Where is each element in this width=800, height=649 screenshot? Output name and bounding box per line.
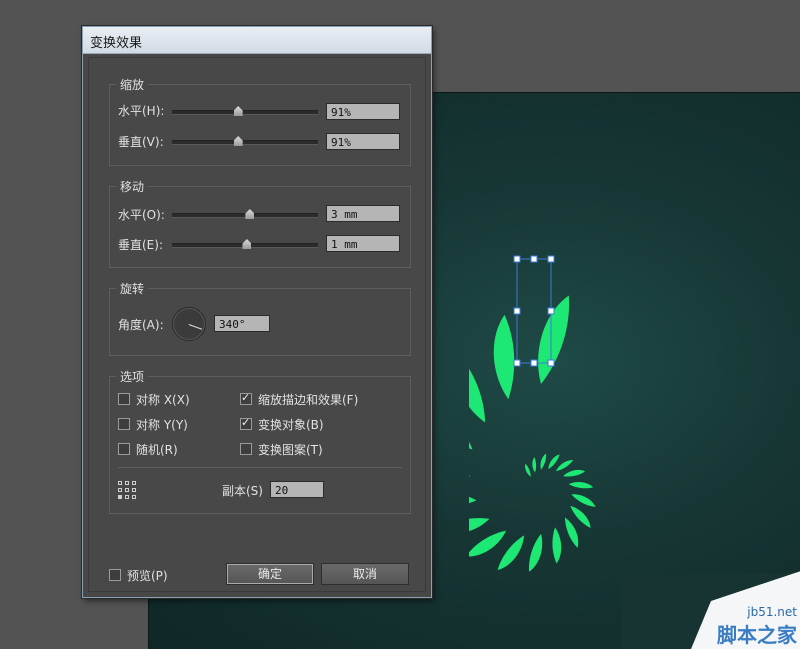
dialog-body: 缩放 水平(H): 91% 垂直(V): 91% 移动 水平(O): 3 mm … — [88, 57, 426, 592]
dialog-title: 变换效果 — [90, 36, 143, 51]
random-checkbox[interactable] — [118, 443, 130, 455]
petal-copy — [564, 517, 579, 548]
scale-group: 缩放 水平(H): 91% 垂直(V): 91% — [109, 76, 411, 166]
move-horizontal-label: 水平(O): — [118, 208, 165, 222]
petal-copy — [540, 453, 547, 470]
scale-horizontal-input[interactable]: 91% — [326, 103, 400, 120]
rotate-group: 旋转 角度(A): 340° — [109, 280, 411, 356]
scale-strokes-checkbox[interactable] — [240, 391, 252, 405]
random-label: 随机(R) — [136, 443, 178, 457]
petal-copy — [469, 351, 486, 423]
options-group-title: 选项 — [116, 368, 149, 385]
watermark: jb51.net 脚本之家 — [651, 571, 800, 649]
copies-input[interactable]: 20 — [270, 481, 324, 498]
preview-label: 预览(P) — [127, 569, 168, 583]
move-vertical-label: 垂直(E): — [118, 238, 163, 252]
move-horizontal-input[interactable]: 3 mm — [326, 205, 400, 222]
options-separator — [118, 467, 402, 468]
cancel-button[interactable]: 取消 — [321, 563, 409, 585]
watermark-site: jb51.net — [747, 605, 797, 619]
move-vertical-slider[interactable] — [172, 239, 318, 249]
petal-copy — [552, 527, 562, 564]
scale-horizontal-slider[interactable] — [172, 106, 318, 116]
scale-horizontal-label: 水平(H): — [118, 104, 165, 118]
move-horizontal-slider[interactable] — [172, 209, 318, 219]
spiral-artwork[interactable] — [469, 253, 789, 593]
rotate-angle-input[interactable]: 340° — [214, 315, 270, 332]
scale-group-title: 缩放 — [116, 76, 149, 93]
petal-copy — [555, 460, 574, 472]
move-horizontal-thumb[interactable] — [245, 209, 255, 219]
reflect-x-checkbox[interactable] — [118, 393, 130, 405]
scale-vertical-input[interactable]: 91% — [326, 133, 400, 150]
petal-copy — [563, 469, 586, 477]
petal-copy — [532, 457, 537, 473]
transform-patterns-label: 变换图案(T) — [258, 443, 323, 457]
rotate-angle-label: 角度(A): — [118, 318, 164, 332]
copies-label: 副本(S) — [222, 484, 263, 498]
reflect-y-label: 对称 Y(Y) — [136, 418, 188, 432]
scale-vertical-slider[interactable] — [172, 136, 318, 146]
transform-effect-dialog: 变换效果 缩放 水平(H): 91% 垂直(V): 91% 移动 水平(O): … — [82, 26, 432, 598]
petal-copy — [469, 518, 490, 534]
move-vertical-thumb[interactable] — [242, 239, 252, 249]
petal-copy — [538, 295, 570, 384]
scale-strokes-label: 缩放描边和效果(F) — [258, 393, 359, 407]
options-group: 选项 对称 X(X) 对称 Y(Y) 随机(R) 缩放描边和效果(F) 变换对象… — [109, 368, 411, 514]
reflect-y-checkbox[interactable] — [118, 418, 130, 430]
rotate-angle-dial[interactable] — [172, 307, 206, 341]
preview-checkbox[interactable] — [109, 569, 121, 581]
transform-objects-label: 变换对象(B) — [258, 418, 324, 432]
dialog-titlebar[interactable]: 变换效果 — [83, 27, 431, 54]
scale-vertical-thumb[interactable] — [233, 136, 243, 146]
petal-copy — [469, 447, 471, 477]
scale-vertical-label: 垂直(V): — [118, 135, 164, 149]
ok-button[interactable]: 确定 — [226, 563, 314, 585]
reflect-x-label: 对称 X(X) — [136, 393, 190, 407]
move-group-title: 移动 — [116, 178, 149, 195]
move-group: 移动 水平(O): 3 mm 垂直(E): 1 mm — [109, 178, 411, 268]
petal-copy — [571, 494, 596, 507]
petal-copy — [568, 481, 594, 489]
petal-copy — [525, 463, 531, 477]
move-vertical-input[interactable]: 1 mm — [326, 235, 400, 252]
reference-point-grid-icon[interactable] — [118, 481, 136, 499]
petal-copy — [469, 490, 477, 506]
rotate-group-title: 旋转 — [116, 280, 149, 297]
transform-patterns-checkbox[interactable] — [240, 443, 252, 455]
watermark-name: 脚本之家 — [717, 623, 797, 647]
scale-horizontal-thumb[interactable] — [233, 106, 243, 116]
transform-objects-checkbox[interactable] — [240, 416, 252, 430]
petal-copy — [529, 533, 543, 572]
